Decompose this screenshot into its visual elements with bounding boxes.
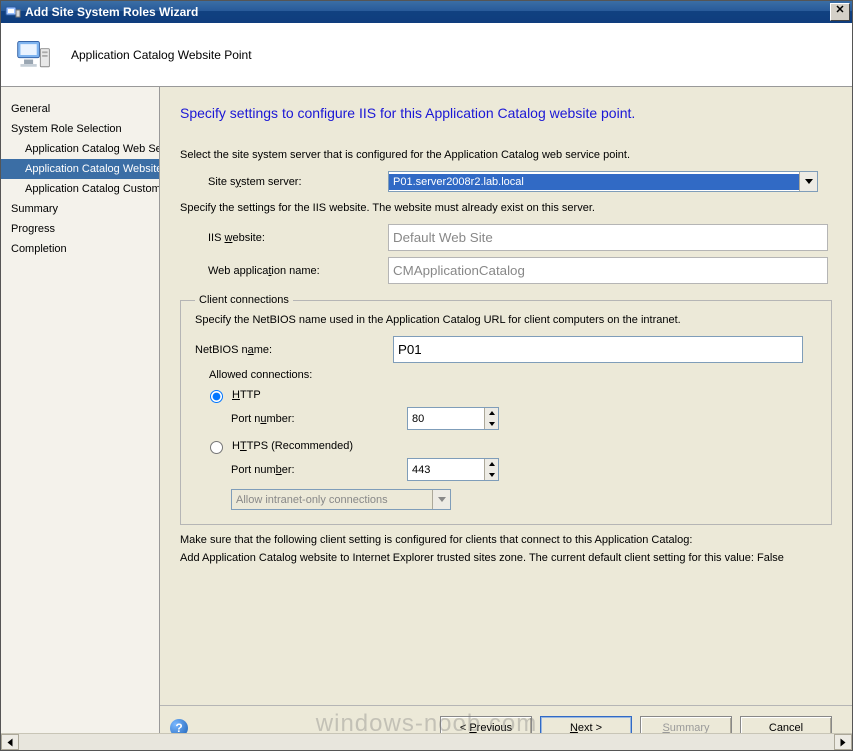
body: General System Role Selection Applicatio… bbox=[1, 87, 852, 750]
https-radio-label: HTTPS (Recommended) bbox=[232, 440, 353, 452]
allowed-connections-label: Allowed connections: bbox=[209, 369, 817, 381]
nav-completion[interactable]: Completion bbox=[1, 239, 159, 259]
spin-down-icon[interactable] bbox=[485, 470, 498, 481]
client-instruction: Specify the NetBIOS name used in the App… bbox=[195, 314, 817, 326]
intranet-only-value: Allow intranet-only connections bbox=[232, 492, 432, 508]
wizard-window: Add Site System Roles Wizard ✕ Applicati… bbox=[0, 0, 853, 751]
scroll-left-button[interactable] bbox=[1, 734, 19, 750]
nav-system-role-selection[interactable]: System Role Selection bbox=[1, 119, 159, 139]
footnote-line1: Make sure that the following client sett… bbox=[180, 533, 832, 547]
app-icon bbox=[5, 4, 21, 20]
banner: Application Catalog Website Point bbox=[1, 23, 852, 87]
dropdown-button-disabled bbox=[432, 490, 450, 509]
page-heading: Specify settings to configure IIS for th… bbox=[180, 105, 832, 121]
scroll-right-button[interactable] bbox=[834, 734, 852, 750]
iis-website-label: IIS website: bbox=[180, 232, 388, 244]
netbios-name-input[interactable] bbox=[393, 336, 803, 363]
nav-summary[interactable]: Summary bbox=[1, 199, 159, 219]
https-port-spinner[interactable] bbox=[407, 458, 499, 481]
http-port-label: Port number: bbox=[231, 413, 407, 425]
site-system-server-value: P01.server2008r2.lab.local bbox=[389, 174, 799, 190]
chevron-left-icon bbox=[8, 738, 13, 746]
banner-icon bbox=[15, 36, 53, 74]
client-connections-group: Client connections Specify the NetBIOS n… bbox=[180, 294, 832, 525]
netbios-label: NetBIOS name: bbox=[181, 344, 393, 356]
scroll-track[interactable] bbox=[19, 735, 834, 749]
webapp-name-input[interactable] bbox=[388, 257, 828, 284]
horizontal-scrollbar[interactable] bbox=[1, 733, 852, 750]
main-panel: Specify settings to configure IIS for th… bbox=[160, 87, 852, 750]
http-radio-label: HTTP bbox=[232, 389, 261, 401]
intranet-only-select: Allow intranet-only connections bbox=[231, 489, 451, 510]
nav-general[interactable]: General bbox=[1, 99, 159, 119]
spin-up-icon[interactable] bbox=[485, 408, 498, 419]
nav-app-catalog-website[interactable]: Application Catalog Website bbox=[1, 159, 159, 179]
chevron-down-icon bbox=[438, 497, 446, 502]
iis-website-input[interactable] bbox=[388, 224, 828, 251]
site-system-server-select[interactable]: P01.server2008r2.lab.local bbox=[388, 171, 818, 192]
close-button[interactable]: ✕ bbox=[830, 3, 850, 21]
nav-app-catalog-web-service[interactable]: Application Catalog Web Se bbox=[1, 139, 159, 159]
dropdown-button[interactable] bbox=[799, 172, 817, 191]
nav-app-catalog-customization[interactable]: Application Catalog Customi bbox=[1, 179, 159, 199]
sidebar: General System Role Selection Applicatio… bbox=[1, 87, 160, 750]
https-port-input[interactable] bbox=[408, 459, 484, 480]
titlebar: Add Site System Roles Wizard ✕ bbox=[1, 1, 852, 23]
spin-down-icon[interactable] bbox=[485, 419, 498, 430]
chevron-down-icon bbox=[805, 179, 813, 184]
chevron-right-icon bbox=[841, 738, 846, 746]
instruction-site-system: Select the site system server that is co… bbox=[180, 149, 832, 161]
webapp-name-label: Web application name: bbox=[180, 265, 388, 277]
http-port-spinner[interactable] bbox=[407, 407, 499, 430]
window-title: Add Site System Roles Wizard bbox=[25, 5, 198, 19]
nav-progress[interactable]: Progress bbox=[1, 219, 159, 239]
http-port-input[interactable] bbox=[408, 408, 484, 429]
client-connections-legend: Client connections bbox=[195, 294, 293, 306]
instruction-iis: Specify the settings for the IIS website… bbox=[180, 202, 832, 214]
https-radio[interactable] bbox=[210, 441, 223, 454]
footnote-line2: Add Application Catalog website to Inter… bbox=[180, 551, 832, 565]
site-system-label: Site system server: bbox=[180, 176, 388, 188]
banner-title: Application Catalog Website Point bbox=[71, 48, 252, 62]
spin-up-icon[interactable] bbox=[485, 459, 498, 470]
https-port-label: Port number: bbox=[231, 464, 407, 476]
http-radio[interactable] bbox=[210, 390, 223, 403]
